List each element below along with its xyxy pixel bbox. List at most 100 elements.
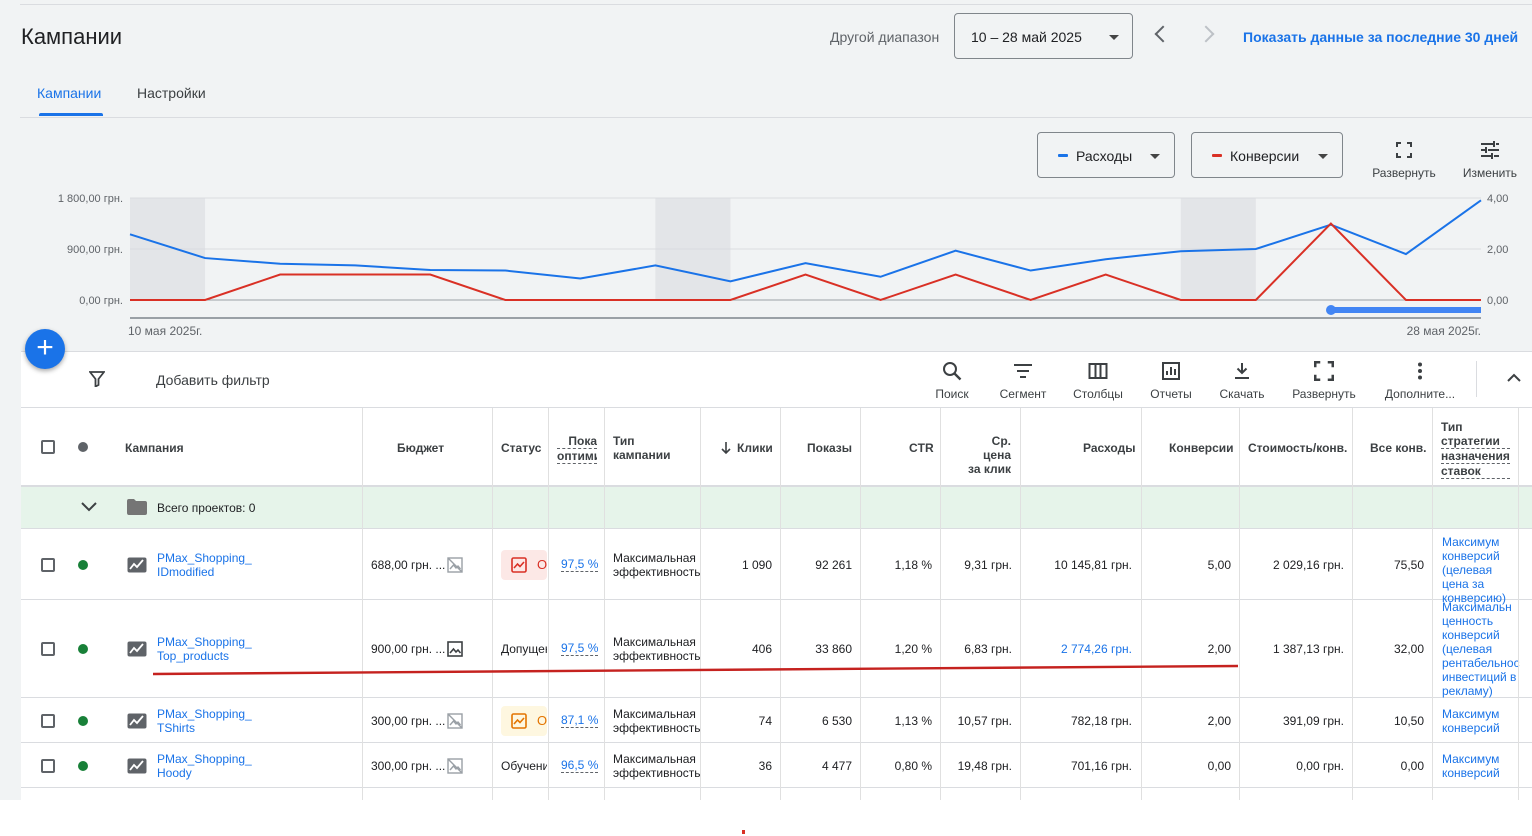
chevron-down-icon bbox=[1150, 154, 1160, 159]
chart-edit-button[interactable]: Изменить bbox=[1460, 140, 1520, 180]
campaign-type-line: эффективность bbox=[613, 766, 700, 780]
optimization-score-link[interactable]: 97,5 % bbox=[561, 557, 599, 572]
campaign-name-line: TShirts bbox=[157, 721, 196, 735]
chart-edit-label: Изменить bbox=[1462, 166, 1518, 180]
status-enabled-dot[interactable] bbox=[78, 761, 88, 771]
col-cost-per-conv[interactable]: Стоимость/конв. bbox=[1248, 441, 1347, 455]
toolbar-download-button[interactable]: Скачать bbox=[1216, 361, 1268, 401]
date-range-select[interactable]: 10 – 28 май 2025 bbox=[954, 13, 1133, 59]
col-ctr[interactable]: CTR bbox=[909, 441, 934, 455]
cost-per-conv-value: 391,09 грн. bbox=[1282, 714, 1344, 728]
add-campaign-button[interactable]: + bbox=[25, 329, 65, 369]
campaign-name-line: PMax_Shopping_ bbox=[157, 551, 252, 565]
campaign-name-link[interactable]: PMax_Shopping_ TShirts bbox=[157, 707, 252, 735]
col-campaign[interactable]: Кампания bbox=[125, 441, 184, 455]
chevron-up-icon[interactable] bbox=[1506, 373, 1522, 383]
metric-select-conversions[interactable]: Конверсии bbox=[1191, 132, 1343, 178]
conversions-value: 0,00 bbox=[1207, 759, 1231, 773]
y-axis-tick-label: 900,00 грн. bbox=[67, 244, 123, 256]
series-color-swatch bbox=[1058, 154, 1068, 157]
row-checkbox[interactable] bbox=[41, 558, 55, 572]
col-divider bbox=[1518, 408, 1519, 800]
col-campaign-type[interactable]: Тип кампании bbox=[613, 434, 670, 462]
impressions-value: 4 477 bbox=[821, 759, 852, 773]
cost-per-conv-value: 0,00 грн. bbox=[1296, 759, 1344, 773]
col-all-conv[interactable]: Все конв. bbox=[1370, 441, 1426, 455]
show-last-30-days-link[interactable]: Показать данные за последние 30 дней bbox=[1243, 29, 1518, 45]
metric-select-cost[interactable]: Расходы bbox=[1037, 132, 1175, 178]
impressions-value: 33 860 bbox=[815, 642, 852, 656]
col-label-line: Тип bbox=[613, 434, 635, 448]
col-budget[interactable]: Бюджет bbox=[397, 441, 444, 455]
status-chip[interactable]: О bbox=[501, 550, 547, 580]
chart-expand-label: Развернуть bbox=[1372, 166, 1436, 180]
bid-strategy-line: инвестиций в bbox=[1442, 670, 1517, 684]
campaign-type: Максимальная эффективность bbox=[613, 551, 700, 579]
bid-strategy-link[interactable]: Максимум конверсий bbox=[1442, 752, 1520, 780]
bid-strategy-link[interactable]: Максимум конверсий bbox=[1442, 707, 1520, 735]
table-row: PMax_Shopping_ Hoody 300,00 грн. ... Обучен… bbox=[21, 743, 1532, 788]
bid-strategy-line: Максимум bbox=[1442, 707, 1500, 721]
bid-strategy-link[interactable]: Максимум конверсий (целевая цена за конверси… bbox=[1442, 535, 1520, 605]
status-enabled-dot[interactable] bbox=[78, 560, 88, 570]
clicks-value: 1 090 bbox=[741, 558, 772, 572]
col-label-line: Тип bbox=[1441, 420, 1463, 434]
row-checkbox[interactable] bbox=[41, 759, 55, 773]
chevron-down-icon[interactable] bbox=[81, 502, 97, 512]
budget-value[interactable]: 900,00 грн. ... bbox=[371, 642, 445, 656]
row-checkbox[interactable] bbox=[41, 714, 55, 728]
chart-expand-button[interactable]: Развернуть bbox=[1370, 140, 1438, 180]
toolbar-reports-button[interactable]: Отчеты bbox=[1146, 361, 1196, 401]
bid-strategy-line: Максимальн bbox=[1442, 600, 1512, 614]
y2-axis-tick-label: 2,00 bbox=[1487, 244, 1508, 256]
optimization-score-link[interactable]: 97,5 % bbox=[561, 641, 599, 656]
tabs-divider bbox=[20, 117, 1532, 118]
toolbar-more-button[interactable]: Дополните... bbox=[1380, 361, 1460, 401]
col-status[interactable]: Статус bbox=[501, 441, 541, 455]
clicks-value: 36 bbox=[758, 759, 772, 773]
budget-value[interactable]: 300,00 грн. ... bbox=[371, 714, 445, 728]
campaign-name-link[interactable]: PMax_Shopping_ Hoody bbox=[157, 752, 252, 780]
status-enabled-dot[interactable] bbox=[78, 644, 88, 654]
campaign-name-line: PMax_Shopping_ bbox=[157, 752, 252, 766]
campaign-name-link[interactable]: PMax_Shopping_ Top_products bbox=[157, 635, 252, 663]
campaign-type: Максимальная эффективность bbox=[613, 752, 700, 780]
budget-value[interactable]: 300,00 грн. ... bbox=[371, 759, 445, 773]
toolbar-expand-button[interactable]: Развернуть bbox=[1288, 361, 1360, 401]
col-optimization-score[interactable]: Пока оптими bbox=[557, 434, 597, 464]
tab-campaigns[interactable]: Кампании bbox=[37, 85, 101, 101]
image-icon bbox=[447, 641, 463, 657]
optimization-score-link[interactable]: 87,1 % bbox=[561, 713, 599, 728]
impressions-value: 6 530 bbox=[821, 714, 852, 728]
toolbar-columns-button[interactable]: Столбцы bbox=[1070, 361, 1126, 401]
col-impressions[interactable]: Показы bbox=[807, 441, 852, 455]
ctr-value: 0,80 % bbox=[894, 759, 932, 773]
add-filter-button[interactable]: Добавить фильтр bbox=[156, 372, 270, 388]
col-label-line: ставок bbox=[1441, 464, 1510, 479]
budget-value[interactable]: 688,00 грн. ... bbox=[371, 558, 445, 572]
red-underline-annotation bbox=[152, 664, 1239, 676]
status-chip[interactable]: О bbox=[501, 706, 547, 736]
filter-icon[interactable] bbox=[89, 371, 105, 387]
tab-settings[interactable]: Настройки bbox=[137, 85, 206, 101]
select-all-checkbox[interactable] bbox=[41, 440, 55, 454]
cost-value[interactable]: 2 774,26 грн. bbox=[1021, 642, 1132, 656]
chevron-right-icon[interactable] bbox=[1197, 25, 1215, 43]
toolbar-segment-button[interactable]: Сегмент bbox=[996, 361, 1050, 401]
toolbar-search-button[interactable]: Поиск bbox=[928, 361, 976, 401]
campaign-name-link[interactable]: PMax_Shopping_ IDmodified bbox=[157, 551, 252, 579]
col-clicks[interactable]: Клики bbox=[737, 441, 773, 455]
performance-max-icon bbox=[127, 758, 147, 774]
col-avg-cpc[interactable]: Ср. цена за клик bbox=[963, 434, 1011, 476]
trend-alert-icon bbox=[511, 557, 527, 573]
row-checkbox[interactable] bbox=[41, 642, 55, 656]
chevron-left-icon[interactable] bbox=[1154, 25, 1172, 43]
all-conv-value: 0,00 bbox=[1400, 759, 1424, 773]
bid-strategy-link[interactable]: Максимальн ценность конверсий (целевая рента… bbox=[1442, 600, 1520, 698]
col-bid-strategy[interactable]: Тип стратегии назначения ставок bbox=[1441, 420, 1510, 479]
col-cost[interactable]: Расходы bbox=[1083, 441, 1135, 455]
status-enabled-dot[interactable] bbox=[78, 716, 88, 726]
optimization-score-link[interactable]: 96,5 % bbox=[561, 758, 599, 773]
cost-value: 10 145,81 грн. bbox=[1054, 558, 1132, 572]
col-conversions[interactable]: Конверсии bbox=[1169, 441, 1234, 455]
